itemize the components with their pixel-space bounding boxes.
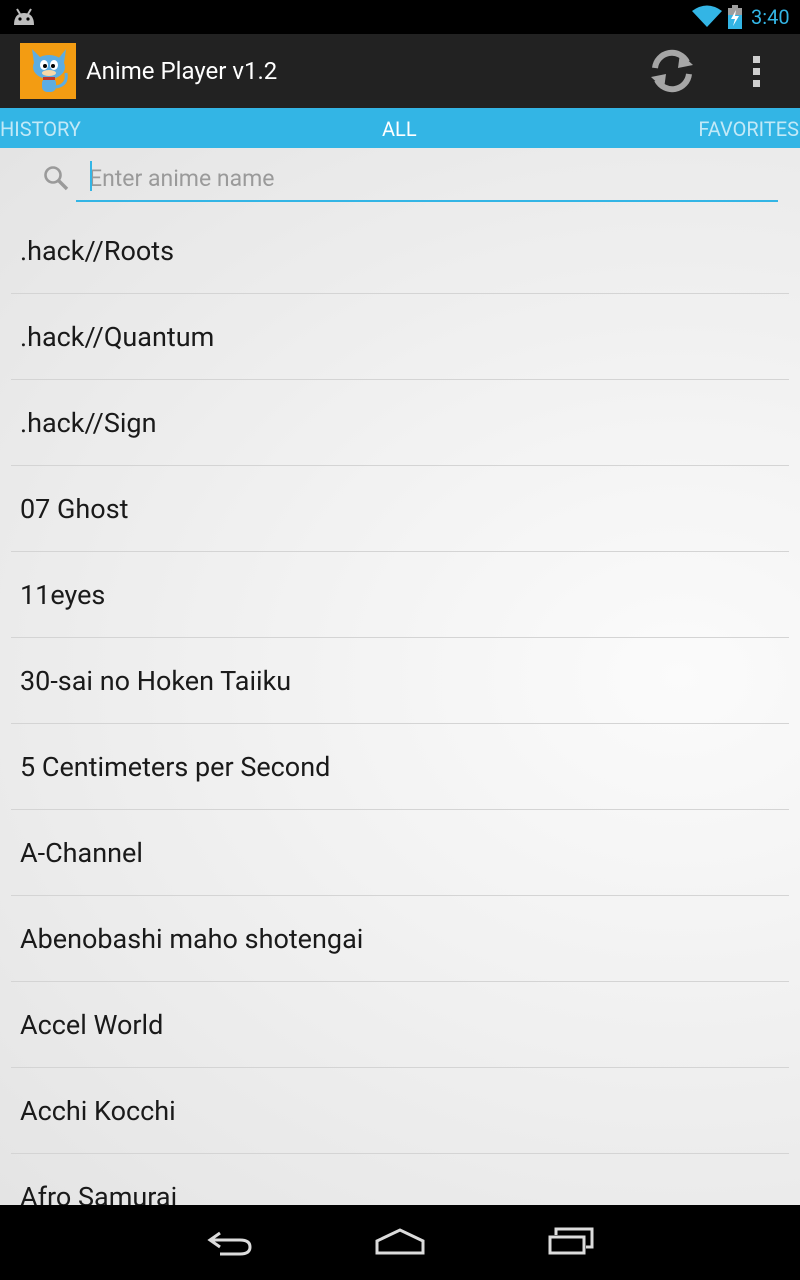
list-item[interactable]: Abenobashi maho shotengai (0, 896, 800, 982)
list-item[interactable]: 5 Centimeters per Second (0, 724, 800, 810)
anime-list: .hack//Roots .hack//Quantum .hack//Sign 07 … (0, 208, 800, 1205)
app-title: Anime Player v1.2 (86, 57, 278, 85)
list-item[interactable]: 07 Ghost (0, 466, 800, 552)
recents-icon[interactable] (546, 1227, 596, 1257)
back-icon[interactable] (206, 1227, 254, 1259)
overflow-menu-icon[interactable] (744, 50, 770, 92)
list-item[interactable]: Accel World (0, 982, 800, 1068)
list-item[interactable]: Acchi Kocchi (0, 1068, 800, 1154)
list-item-label: 5 Centimeters per Second (20, 751, 331, 783)
tab-strip: HISTORY ALL FAVORITES (0, 108, 800, 148)
list-item-label: 11eyes (20, 579, 106, 611)
status-time: 3:40 (751, 5, 790, 29)
home-icon[interactable] (374, 1227, 426, 1257)
list-item-label: Abenobashi maho shotengai (20, 923, 364, 955)
action-bar: Anime Player v1.2 (0, 34, 800, 108)
list-item-label: A-Channel (20, 837, 143, 869)
list-item-label: .hack//Sign (20, 407, 157, 439)
tab-history[interactable]: HISTORY (0, 108, 81, 148)
list-item-label: .hack//Roots (20, 235, 175, 267)
list-item-label: .hack//Quantum (20, 321, 215, 353)
search-input[interactable] (76, 156, 778, 202)
app-icon[interactable] (20, 43, 76, 99)
navigation-bar (0, 1205, 800, 1280)
tab-favorites[interactable]: FAVORITES (698, 108, 799, 148)
list-item[interactable]: Afro Samurai (0, 1154, 800, 1205)
list-item-label: Afro Samurai (20, 1181, 178, 1205)
search-icon (44, 166, 69, 191)
list-item[interactable]: .hack//Sign (0, 380, 800, 466)
list-item[interactable]: A-Channel (0, 810, 800, 896)
list-item-label: Acchi Kocchi (20, 1095, 176, 1127)
status-bar: 3:40 (0, 0, 800, 34)
list-item-label: 30-sai no Hoken Taiiku (20, 665, 292, 697)
list-item-label: Accel World (20, 1009, 164, 1041)
search-bar (0, 148, 800, 208)
list-item[interactable]: .hack//Roots (0, 208, 800, 294)
battery-charging-icon (728, 5, 742, 29)
wifi-icon (692, 5, 722, 27)
list-item[interactable]: 11eyes (0, 552, 800, 638)
content-area: .hack//Roots .hack//Quantum .hack//Sign 07 … (0, 148, 800, 1205)
text-cursor (90, 161, 92, 191)
tab-all[interactable]: ALL (382, 108, 417, 148)
list-item[interactable]: .hack//Quantum (0, 294, 800, 380)
refresh-icon[interactable] (643, 42, 701, 100)
list-item-label: 07 Ghost (20, 493, 129, 525)
android-notification-icon (14, 8, 34, 25)
list-item[interactable]: 30-sai no Hoken Taiiku (0, 638, 800, 724)
